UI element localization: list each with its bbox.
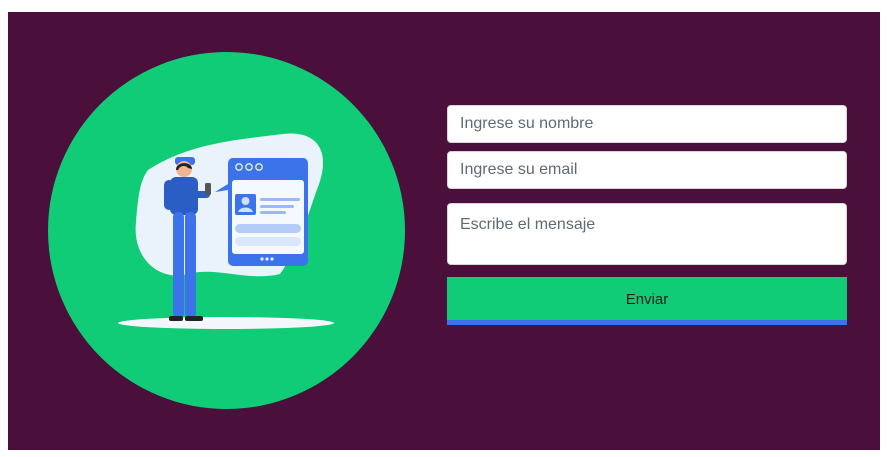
name-input[interactable]: Ingrese su nombre bbox=[447, 105, 847, 143]
submit-button-label: Enviar bbox=[625, 291, 669, 308]
contact-form: Ingrese su nombre Ingrese su email Escri… bbox=[447, 105, 847, 325]
message-textarea[interactable]: Escribe el mensaje bbox=[447, 203, 847, 265]
submit-button-underline bbox=[447, 320, 847, 325]
email-input[interactable]: Ingrese su email bbox=[447, 151, 847, 189]
submit-button[interactable]: Enviar bbox=[447, 277, 847, 325]
contact-illustration-icon bbox=[118, 133, 334, 329]
illustration-circle bbox=[48, 52, 405, 409]
